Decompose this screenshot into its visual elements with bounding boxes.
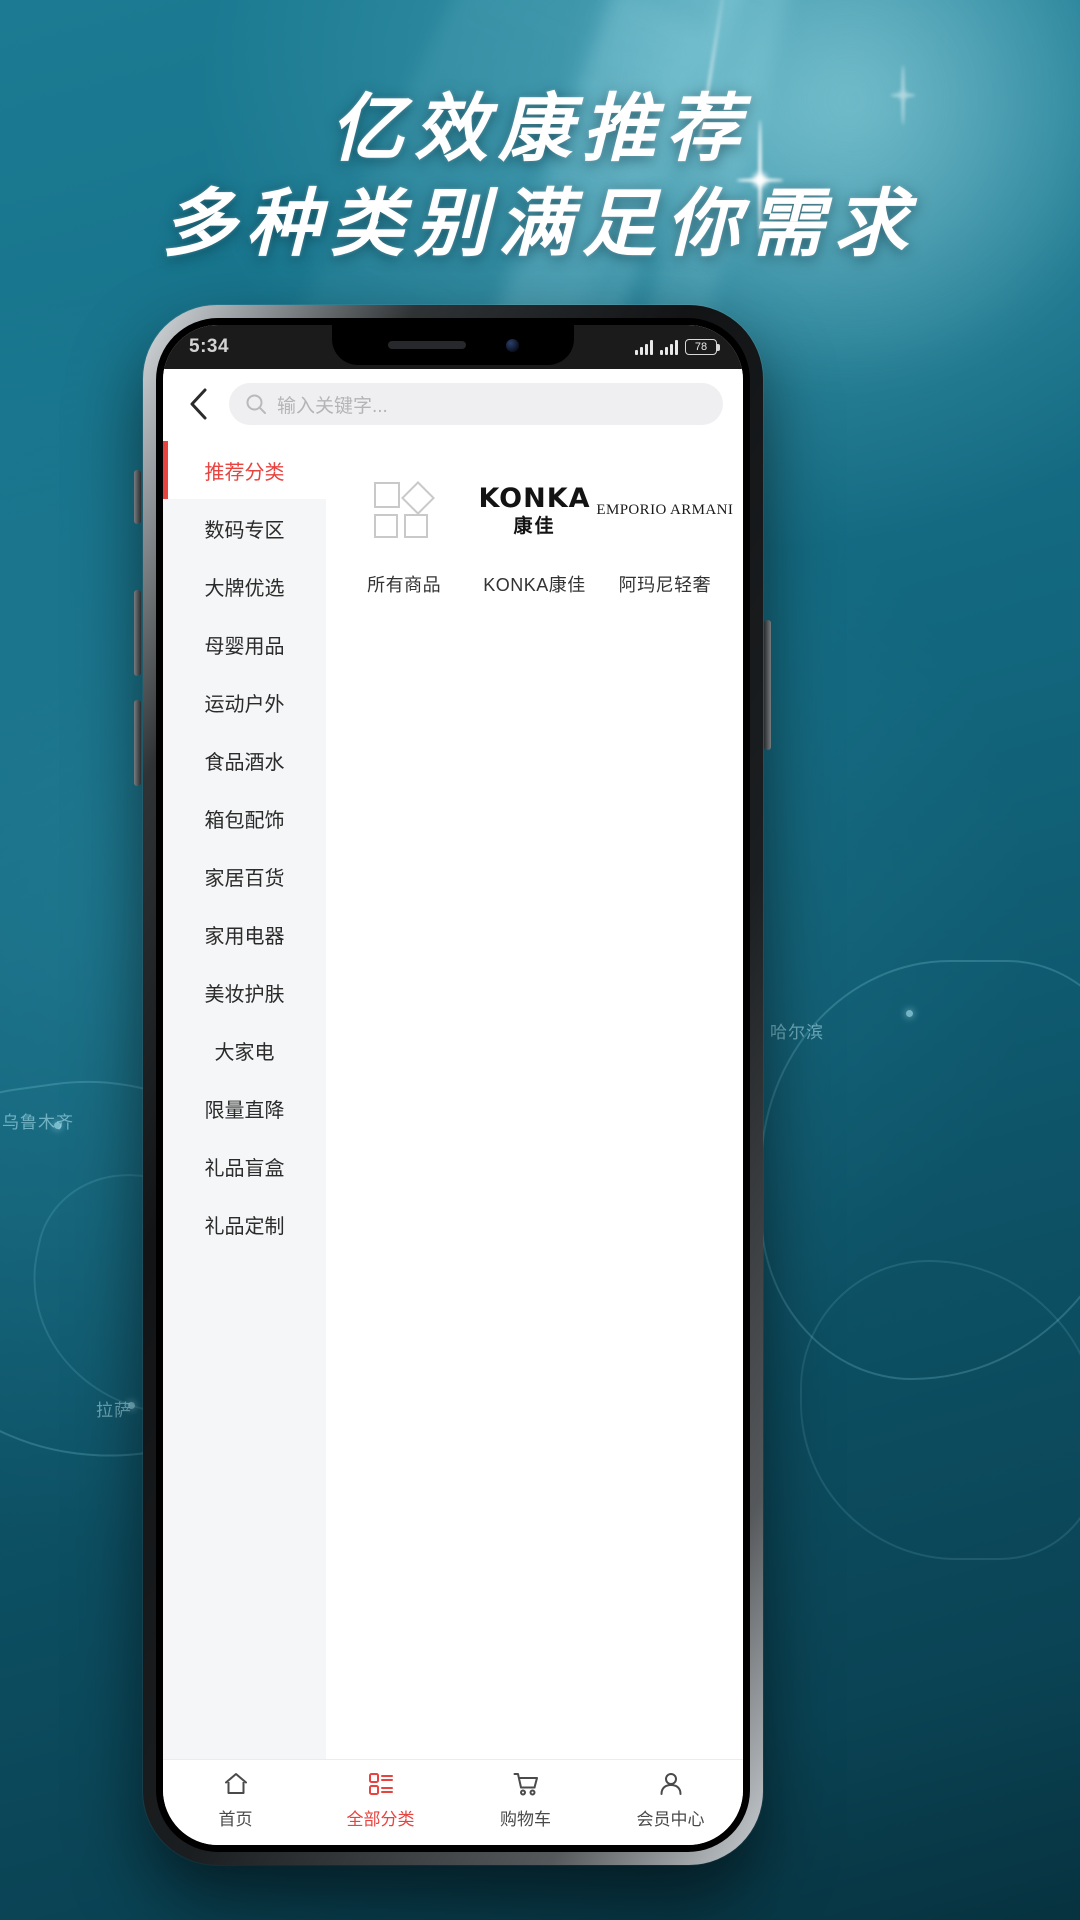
konka-logo-en: KONKA <box>478 482 591 514</box>
sidebar-item[interactable]: 母婴用品 <box>163 615 326 673</box>
battery-icon: 78 <box>685 339 720 355</box>
search-placeholder: 输入关键字... <box>277 395 388 417</box>
battery-level: 78 <box>694 341 708 353</box>
search-bar: 输入关键字... <box>163 369 743 441</box>
status-bar: 5:34 78 <box>163 325 743 369</box>
konka-logo-icon: KONKA 康佳 <box>478 485 590 536</box>
brand-grid: 所有商品 KONKA 康佳 KONKA康佳 EMPORIO ARMANI 阿玛尼… <box>342 467 733 597</box>
tab-label: 购物车 <box>500 1810 551 1829</box>
sidebar-item-label: 礼品盲盒 <box>204 1157 285 1180</box>
map-outline-right-2 <box>800 1260 1080 1560</box>
status-time: 5:34 <box>189 336 230 357</box>
sidebar-item-label: 运动户外 <box>204 693 285 716</box>
phone-mockup: 5:34 78 输入关键字... 推荐分类 数码专区 大牌优选 母婴用品 运动户… <box>143 305 763 1865</box>
home-icon <box>222 1769 250 1799</box>
armani-logo-icon: EMPORIO ARMANI <box>596 502 733 519</box>
earpiece-speaker <box>387 341 466 349</box>
sidebar-item-label: 家居百货 <box>204 867 285 890</box>
map-label-harbin: 哈尔滨 <box>770 1023 824 1042</box>
shapes-placeholder-icon <box>374 481 436 538</box>
search-icon <box>246 394 266 414</box>
phone-bezel: 5:34 78 输入关键字... 推荐分类 数码专区 大牌优选 母婴用品 运动户… <box>156 318 750 1852</box>
sidebar-item[interactable]: 美妆护肤 <box>163 963 326 1021</box>
phone-volume-up-button <box>134 590 141 676</box>
sidebar-item[interactable]: 大家电 <box>163 1021 326 1079</box>
bottom-tab-bar[interactable]: 首页 全部分类 购物车 会员中心 <box>163 1759 743 1845</box>
cart-icon <box>512 1769 540 1799</box>
sidebar-item[interactable]: 家用电器 <box>163 905 326 963</box>
poster-headline: 亿效康推荐 多种类别满足你需求 <box>0 86 1080 270</box>
search-input[interactable]: 输入关键字... <box>229 383 723 425</box>
tab-home[interactable]: 首页 <box>163 1769 308 1830</box>
sidebar-item-label: 大家电 <box>214 1041 275 1064</box>
phone-screen: 5:34 78 输入关键字... 推荐分类 数码专区 大牌优选 母婴用品 运动户… <box>163 325 743 1845</box>
tab-label: 会员中心 <box>636 1810 705 1829</box>
tab-member-center[interactable]: 会员中心 <box>598 1769 743 1830</box>
map-outline-right <box>760 960 1080 1380</box>
tab-all-categories[interactable]: 全部分类 <box>308 1769 453 1830</box>
sidebar-item-label: 大牌优选 <box>204 577 285 600</box>
map-dot <box>128 1402 135 1409</box>
sidebar-item-label: 限量直降 <box>204 1099 285 1122</box>
map-dot <box>54 1122 61 1129</box>
sidebar-item-label: 礼品定制 <box>204 1215 285 1238</box>
brand-logo: EMPORIO ARMANI <box>596 467 732 553</box>
brand-label: KONKA康佳 <box>483 575 586 595</box>
brand-label: 阿玛尼轻奢 <box>618 575 712 595</box>
phone-mute-switch <box>134 470 141 524</box>
back-button[interactable] <box>181 387 215 421</box>
chevron-left-icon <box>190 388 207 420</box>
headline-line-2: 多种类别满足你需求 <box>162 181 918 267</box>
phone-notch <box>332 325 574 365</box>
map-label-lhasa: 拉萨 <box>96 1401 132 1420</box>
tab-cart[interactable]: 购物车 <box>453 1769 598 1830</box>
sidebar-item-label: 母婴用品 <box>204 635 285 658</box>
sidebar-item[interactable]: 数码专区 <box>163 499 326 557</box>
category-body: 推荐分类数码专区大牌优选母婴用品运动户外食品酒水箱包配饰家居百货家用电器美妆护肤… <box>163 441 743 1759</box>
sidebar-item[interactable]: 礼品定制 <box>163 1195 326 1253</box>
sidebar-item-label: 数码专区 <box>204 519 285 542</box>
signal-bars-icon <box>635 339 653 355</box>
sidebar-item[interactable]: 家居百货 <box>163 847 326 905</box>
sidebar-item-label: 家用电器 <box>204 925 285 948</box>
brand-cell-konka[interactable]: KONKA 康佳 KONKA康佳 <box>472 467 596 597</box>
headline-line-1: 亿效康推荐 <box>330 86 750 172</box>
konka-logo-cn: 康佳 <box>513 515 556 537</box>
sidebar-item[interactable]: 推荐分类 <box>163 441 326 499</box>
tab-label: 首页 <box>218 1810 253 1829</box>
sidebar-item-label: 推荐分类 <box>204 461 285 484</box>
sidebar-item-label: 美妆护肤 <box>204 983 285 1006</box>
phone-volume-down-button <box>134 700 141 786</box>
map-dot <box>906 1010 913 1017</box>
brand-cell-armani[interactable]: EMPORIO ARMANI 阿玛尼轻奢 <box>596 467 732 597</box>
sidebar-item-label: 食品酒水 <box>204 751 285 774</box>
sidebar-item[interactable]: 运动户外 <box>163 673 326 731</box>
sidebar-item[interactable]: 限量直降 <box>163 1079 326 1137</box>
phone-power-button <box>764 620 771 750</box>
brand-logo: KONKA 康佳 <box>473 467 595 553</box>
map-label-urumqi: 乌鲁木齐 <box>2 1113 74 1132</box>
promo-poster: 哈尔滨 乌鲁木齐 拉萨 亿效康推荐 多种类别满足你需求 5:34 78 输入关键… <box>0 0 1080 1920</box>
sidebar-item[interactable]: 箱包配饰 <box>163 789 326 847</box>
category-sidebar[interactable]: 推荐分类数码专区大牌优选母婴用品运动户外食品酒水箱包配饰家居百货家用电器美妆护肤… <box>163 441 326 1759</box>
sidebar-item[interactable]: 大牌优选 <box>163 557 326 615</box>
brand-logo <box>343 467 465 553</box>
brand-cell-all-goods[interactable]: 所有商品 <box>342 467 466 597</box>
user-icon <box>657 1769 685 1799</box>
status-indicators: 78 <box>635 339 720 355</box>
armani-logo-text: EMPORIO ARMANI <box>596 501 734 518</box>
front-camera <box>505 338 519 352</box>
wifi-icon <box>660 339 678 355</box>
brand-label: 所有商品 <box>367 575 442 595</box>
sidebar-item[interactable]: 礼品盲盒 <box>163 1137 326 1195</box>
brand-pane: 所有商品 KONKA 康佳 KONKA康佳 EMPORIO ARMANI 阿玛尼… <box>326 441 743 1759</box>
sidebar-item[interactable]: 食品酒水 <box>163 731 326 789</box>
grid-list-icon <box>367 1769 395 1799</box>
sidebar-item-label: 箱包配饰 <box>204 809 285 832</box>
tab-label: 全部分类 <box>346 1810 415 1829</box>
